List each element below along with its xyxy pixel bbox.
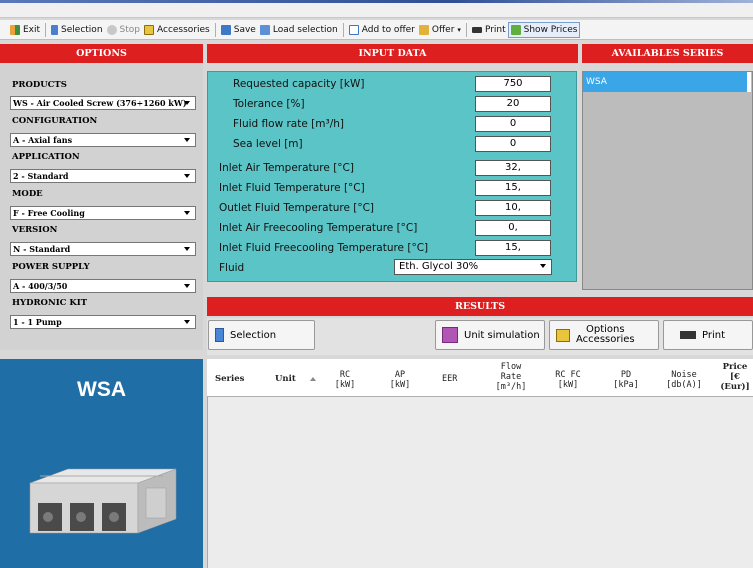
offer-icon bbox=[418, 24, 429, 35]
stop-button[interactable]: Stop bbox=[105, 22, 142, 38]
selection-button[interactable]: Selection bbox=[49, 22, 104, 38]
version-select[interactable]: N - Standard bbox=[10, 242, 196, 256]
chevron-down-icon: ▾ bbox=[457, 25, 461, 34]
selection-result-button[interactable]: Selection bbox=[208, 320, 315, 350]
column-header-unit[interactable]: Unit bbox=[275, 374, 296, 384]
toolbar: Exit Selection Stop Accessories Save Loa… bbox=[0, 20, 753, 40]
chevron-down-icon bbox=[184, 320, 190, 324]
sort-ascending-icon bbox=[310, 377, 316, 381]
load-icon bbox=[259, 24, 270, 35]
chevron-down-icon bbox=[184, 138, 190, 142]
outlet-fluid-temp-label: Outlet Fluid Temperature [°C] bbox=[219, 202, 375, 214]
add-document-icon bbox=[348, 24, 359, 35]
chevron-down-icon bbox=[184, 211, 190, 215]
hydronic-kit-label: HYDRONIC KIT bbox=[12, 298, 88, 308]
options-accessories-button[interactable]: Options Accessories bbox=[549, 320, 659, 350]
version-label: VERSION bbox=[12, 225, 58, 235]
column-header-flow-rate[interactable]: Flow Rate [m³/h] bbox=[494, 362, 528, 392]
configuration-label: CONFIGURATION bbox=[12, 116, 98, 126]
chevron-down-icon bbox=[184, 101, 190, 105]
options-header: OPTIONS bbox=[0, 44, 203, 63]
inlet-air-temp-input[interactable]: 32, bbox=[475, 160, 551, 176]
chevron-down-icon bbox=[540, 264, 546, 268]
column-header-noise[interactable]: Noise [db(A)] bbox=[664, 370, 704, 390]
sea-level-label: Sea level [m] bbox=[233, 138, 303, 150]
hydronic-kit-select[interactable]: 1 - 1 Pump bbox=[10, 315, 196, 329]
column-header-rc[interactable]: RC [kW] bbox=[330, 370, 360, 390]
column-header-price[interactable]: Price [€ (Eur)] bbox=[718, 362, 752, 392]
application-select[interactable]: 2 - Standard bbox=[10, 169, 196, 183]
fluid-select[interactable]: Eth. Glycol 30% bbox=[394, 259, 552, 275]
fluid-flow-label: Fluid flow rate [m³/h] bbox=[233, 118, 344, 130]
show-prices-button[interactable]: Show Prices bbox=[507, 21, 581, 38]
unit-simulation-button[interactable]: Unit simulation bbox=[435, 320, 545, 350]
stop-icon bbox=[106, 24, 117, 35]
save-icon bbox=[220, 24, 231, 35]
mode-select[interactable]: F - Free Cooling bbox=[10, 206, 196, 220]
print-icon bbox=[471, 26, 482, 33]
inlet-fluid-freecooling-input[interactable]: 15, bbox=[475, 240, 551, 256]
toolbar-separator bbox=[465, 22, 467, 37]
inlet-fluid-temp-input[interactable]: 15, bbox=[475, 180, 551, 196]
print-icon bbox=[680, 331, 696, 339]
products-select[interactable]: WS - Air Cooled Screw (376÷1260 kW) bbox=[10, 96, 196, 110]
input-data-header: INPUT DATA bbox=[207, 44, 578, 63]
options-accessories-label: Options Accessories bbox=[576, 324, 635, 345]
simulation-icon bbox=[442, 327, 458, 343]
add-to-offer-button[interactable]: Add to offer bbox=[347, 22, 417, 38]
power-supply-label: POWER SUPPLY bbox=[12, 262, 90, 272]
load-selection-button[interactable]: Load selection bbox=[258, 22, 340, 38]
accessories-icon bbox=[144, 24, 154, 35]
products-label: PRODUCTS bbox=[12, 80, 67, 90]
save-button[interactable]: Save bbox=[219, 22, 258, 38]
column-header-ap[interactable]: AP [kW] bbox=[385, 370, 415, 390]
accessories-icon bbox=[556, 328, 570, 342]
requested-capacity-label: Requested capacity [kW] bbox=[233, 78, 365, 90]
chevron-down-icon bbox=[184, 247, 190, 251]
inlet-air-freecooling-label: Inlet Air Freecooling Temperature [°C] bbox=[219, 222, 418, 234]
accessories-button[interactable]: Accessories bbox=[142, 22, 212, 38]
document-icon bbox=[51, 24, 59, 35]
power-supply-select[interactable]: A - 400/3/50 bbox=[10, 279, 196, 293]
tolerance-input[interactable]: 20 bbox=[475, 96, 551, 112]
fluid-label: Fluid bbox=[219, 262, 245, 274]
sea-level-input[interactable]: 0 bbox=[475, 136, 551, 152]
outlet-fluid-temp-input[interactable]: 10, bbox=[475, 200, 551, 216]
application-label: APPLICATION bbox=[12, 152, 80, 162]
chevron-down-icon bbox=[184, 174, 190, 178]
inlet-fluid-temp-label: Inlet Fluid Temperature [°C] bbox=[219, 182, 365, 194]
print-result-button[interactable]: Print bbox=[663, 320, 753, 350]
available-series-header: AVAILABLES SERIES bbox=[582, 44, 753, 63]
inlet-air-temp-label: Inlet Air Temperature [°C] bbox=[219, 162, 354, 174]
print-button[interactable]: Print bbox=[470, 22, 508, 38]
mode-label: MODE bbox=[12, 189, 43, 199]
toolbar-separator bbox=[214, 22, 216, 37]
fluid-flow-input[interactable]: 0 bbox=[475, 116, 551, 132]
title-accent-bar bbox=[0, 0, 753, 3]
available-series-list bbox=[582, 71, 753, 290]
requested-capacity-input[interactable]: 750 bbox=[475, 76, 551, 92]
toolbar-separator bbox=[45, 22, 47, 37]
window-title-strip bbox=[0, 0, 753, 18]
configuration-select[interactable]: A - Axial fans bbox=[10, 133, 196, 147]
offer-dropdown-button[interactable]: Offer ▾ bbox=[417, 22, 463, 38]
prices-icon bbox=[510, 24, 521, 35]
product-title: WSA bbox=[77, 378, 126, 401]
document-icon bbox=[215, 328, 224, 342]
inlet-air-freecooling-input[interactable]: 0, bbox=[475, 220, 551, 236]
inlet-fluid-freecooling-label: Inlet Fluid Freecooling Temperature [°C] bbox=[219, 242, 429, 254]
column-header-pd[interactable]: PD [kPa] bbox=[609, 370, 643, 390]
chiller-unit-image bbox=[29, 468, 177, 534]
results-header: RESULTS bbox=[207, 297, 753, 316]
column-header-series[interactable]: Series bbox=[215, 374, 244, 384]
tolerance-label: Tolerance [%] bbox=[233, 98, 305, 110]
exit-icon bbox=[10, 24, 20, 35]
toolbar-separator bbox=[342, 22, 344, 37]
column-header-eer[interactable]: EER bbox=[442, 374, 457, 384]
series-item-wsa[interactable]: WSA bbox=[583, 72, 751, 92]
chevron-down-icon bbox=[184, 284, 190, 288]
column-header-rc-fc[interactable]: RC FC [kW] bbox=[551, 370, 585, 390]
exit-button[interactable]: Exit bbox=[8, 22, 42, 38]
